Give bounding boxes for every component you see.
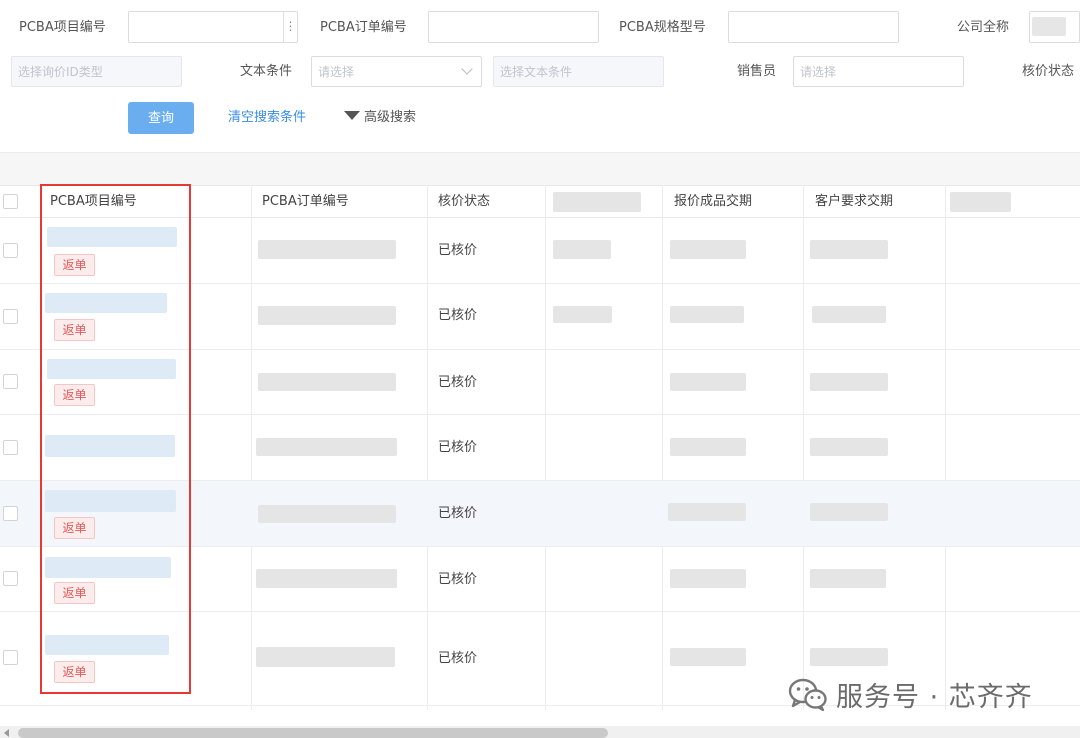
pcba-spec-label: PCBA规格型号	[619, 20, 706, 35]
chevron-down-icon	[461, 63, 473, 75]
query-button[interactable]: 查询	[128, 102, 194, 134]
row-checkbox[interactable]	[3, 506, 18, 521]
scrollbar-thumb[interactable]	[18, 728, 608, 738]
pricing-status-value: 已核价	[438, 440, 478, 455]
redacted-customer-delivery	[810, 373, 888, 391]
pricing-status-value: 已核价	[438, 506, 478, 521]
redacted-order-no	[258, 505, 396, 523]
pcba-order-input[interactable]	[428, 11, 599, 43]
inquiry-id-type-placeholder: 选择询价ID类型	[18, 65, 103, 79]
reorder-tag: 返单	[54, 384, 95, 406]
advanced-search-label: 高级搜索	[364, 110, 417, 125]
redacted-customer-delivery	[810, 438, 888, 456]
redacted-order-no	[256, 438, 397, 456]
redacted-quote-delivery	[670, 438, 746, 456]
redacted-project-no	[45, 557, 171, 578]
table-row[interactable]: 返单 已核价	[0, 481, 1080, 547]
pricing-status-value: 已核价	[438, 308, 478, 323]
reorder-tag: 返单	[54, 517, 95, 539]
table-row[interactable]: 返单 已核价	[0, 284, 1080, 350]
pcba-project-label: PCBA项目编号	[19, 20, 106, 35]
reorder-tag: 返单	[54, 661, 95, 683]
table-row[interactable]: 已核价	[0, 415, 1080, 481]
redacted-quote-delivery	[670, 306, 744, 323]
redacted-project-no	[45, 435, 175, 457]
redacted-quote-delivery	[670, 569, 746, 588]
text-condition-input[interactable]: 选择文本条件	[493, 56, 664, 87]
salesperson-label: 销售员	[737, 64, 777, 79]
reorder-tag: 返单	[54, 319, 95, 341]
company-input[interactable]	[1029, 11, 1080, 43]
redacted-project-no	[47, 227, 177, 247]
caret-down-icon	[344, 111, 360, 120]
redacted-quote-delivery	[670, 648, 746, 666]
text-condition-label: 文本条件	[240, 64, 293, 79]
redacted-project-no	[45, 490, 176, 512]
table-row[interactable]: 返单 已核价	[0, 547, 1080, 612]
salesperson-placeholder: 请选择	[800, 65, 837, 79]
redacted-value	[553, 306, 612, 323]
pricing-status-value: 已核价	[438, 572, 478, 587]
row-checkbox[interactable]	[3, 309, 18, 324]
redacted-customer-delivery	[810, 648, 888, 666]
more-options-icon[interactable]: ⋮	[283, 12, 297, 42]
text-condition-select-placeholder: 请选择	[318, 65, 355, 79]
header-customer-delivery[interactable]: 客户要求交期	[815, 186, 893, 218]
redacted-header	[553, 192, 641, 212]
pricing-status-value: 已核价	[438, 375, 478, 390]
redacted-value	[1032, 17, 1066, 36]
header-order-no[interactable]: PCBA订单编号	[262, 186, 349, 218]
toolbar-band	[0, 152, 1080, 185]
redacted-customer-delivery	[812, 306, 886, 323]
header-quote-delivery[interactable]: 报价成品交期	[674, 186, 752, 218]
redacted-order-no	[256, 647, 395, 667]
pricing-status-label: 核价状态	[1022, 64, 1075, 79]
redacted-customer-delivery	[810, 503, 888, 521]
company-label: 公司全称	[957, 20, 1010, 35]
watermark: 服务号 · 芯齐齐	[788, 672, 1033, 716]
pcba-spec-input[interactable]	[728, 11, 899, 43]
redacted-order-no	[258, 306, 396, 325]
reorder-tag: 返单	[54, 254, 95, 276]
pcba-project-input[interactable]: ⋮	[128, 11, 298, 43]
redacted-order-no	[256, 569, 397, 588]
redacted-quote-delivery	[670, 240, 746, 259]
redacted-value	[553, 240, 611, 259]
redacted-header	[950, 192, 1011, 212]
watermark-text: 服务号 · 芯齐齐	[836, 681, 1033, 713]
text-condition-input-placeholder: 选择文本条件	[500, 65, 573, 79]
salesperson-select[interactable]: 请选择	[793, 56, 964, 87]
select-all-checkbox[interactable]	[3, 194, 18, 209]
table-header: PCBA项目编号 PCBA订单编号 核价状态 报价成品交期 客户要求交期	[0, 185, 1080, 218]
clear-search-link[interactable]: 清空搜索条件	[228, 109, 306, 127]
redacted-quote-delivery	[668, 503, 746, 521]
redacted-quote-delivery	[670, 373, 746, 391]
wechat-icon	[788, 678, 827, 711]
redacted-order-no	[258, 240, 396, 259]
row-checkbox[interactable]	[3, 650, 18, 665]
advanced-search-toggle[interactable]: 高级搜索	[344, 109, 416, 127]
pricing-status-value: 已核价	[438, 243, 478, 258]
text-condition-select[interactable]: 请选择	[311, 56, 482, 87]
redacted-customer-delivery	[810, 569, 886, 588]
redacted-project-no	[47, 359, 176, 379]
row-checkbox[interactable]	[3, 440, 18, 455]
table-row[interactable]: 返单 已核价	[0, 350, 1080, 415]
header-project-no[interactable]: PCBA项目编号	[50, 186, 137, 218]
pricing-status-value: 已核价	[438, 651, 478, 666]
table-row[interactable]: 返单 已核价	[0, 218, 1080, 284]
header-pricing-status[interactable]: 核价状态	[438, 186, 490, 218]
scroll-left-icon[interactable]	[4, 729, 9, 737]
redacted-project-no	[45, 293, 167, 313]
reorder-tag: 返单	[54, 582, 95, 604]
row-checkbox[interactable]	[3, 374, 18, 389]
row-checkbox[interactable]	[3, 571, 18, 586]
redacted-project-no	[45, 635, 169, 655]
inquiry-id-type-select[interactable]: 选择询价ID类型	[11, 56, 182, 87]
redacted-customer-delivery	[810, 240, 888, 259]
redacted-order-no	[258, 373, 396, 391]
pcba-order-label: PCBA订单编号	[320, 20, 407, 35]
row-checkbox[interactable]	[3, 243, 18, 258]
